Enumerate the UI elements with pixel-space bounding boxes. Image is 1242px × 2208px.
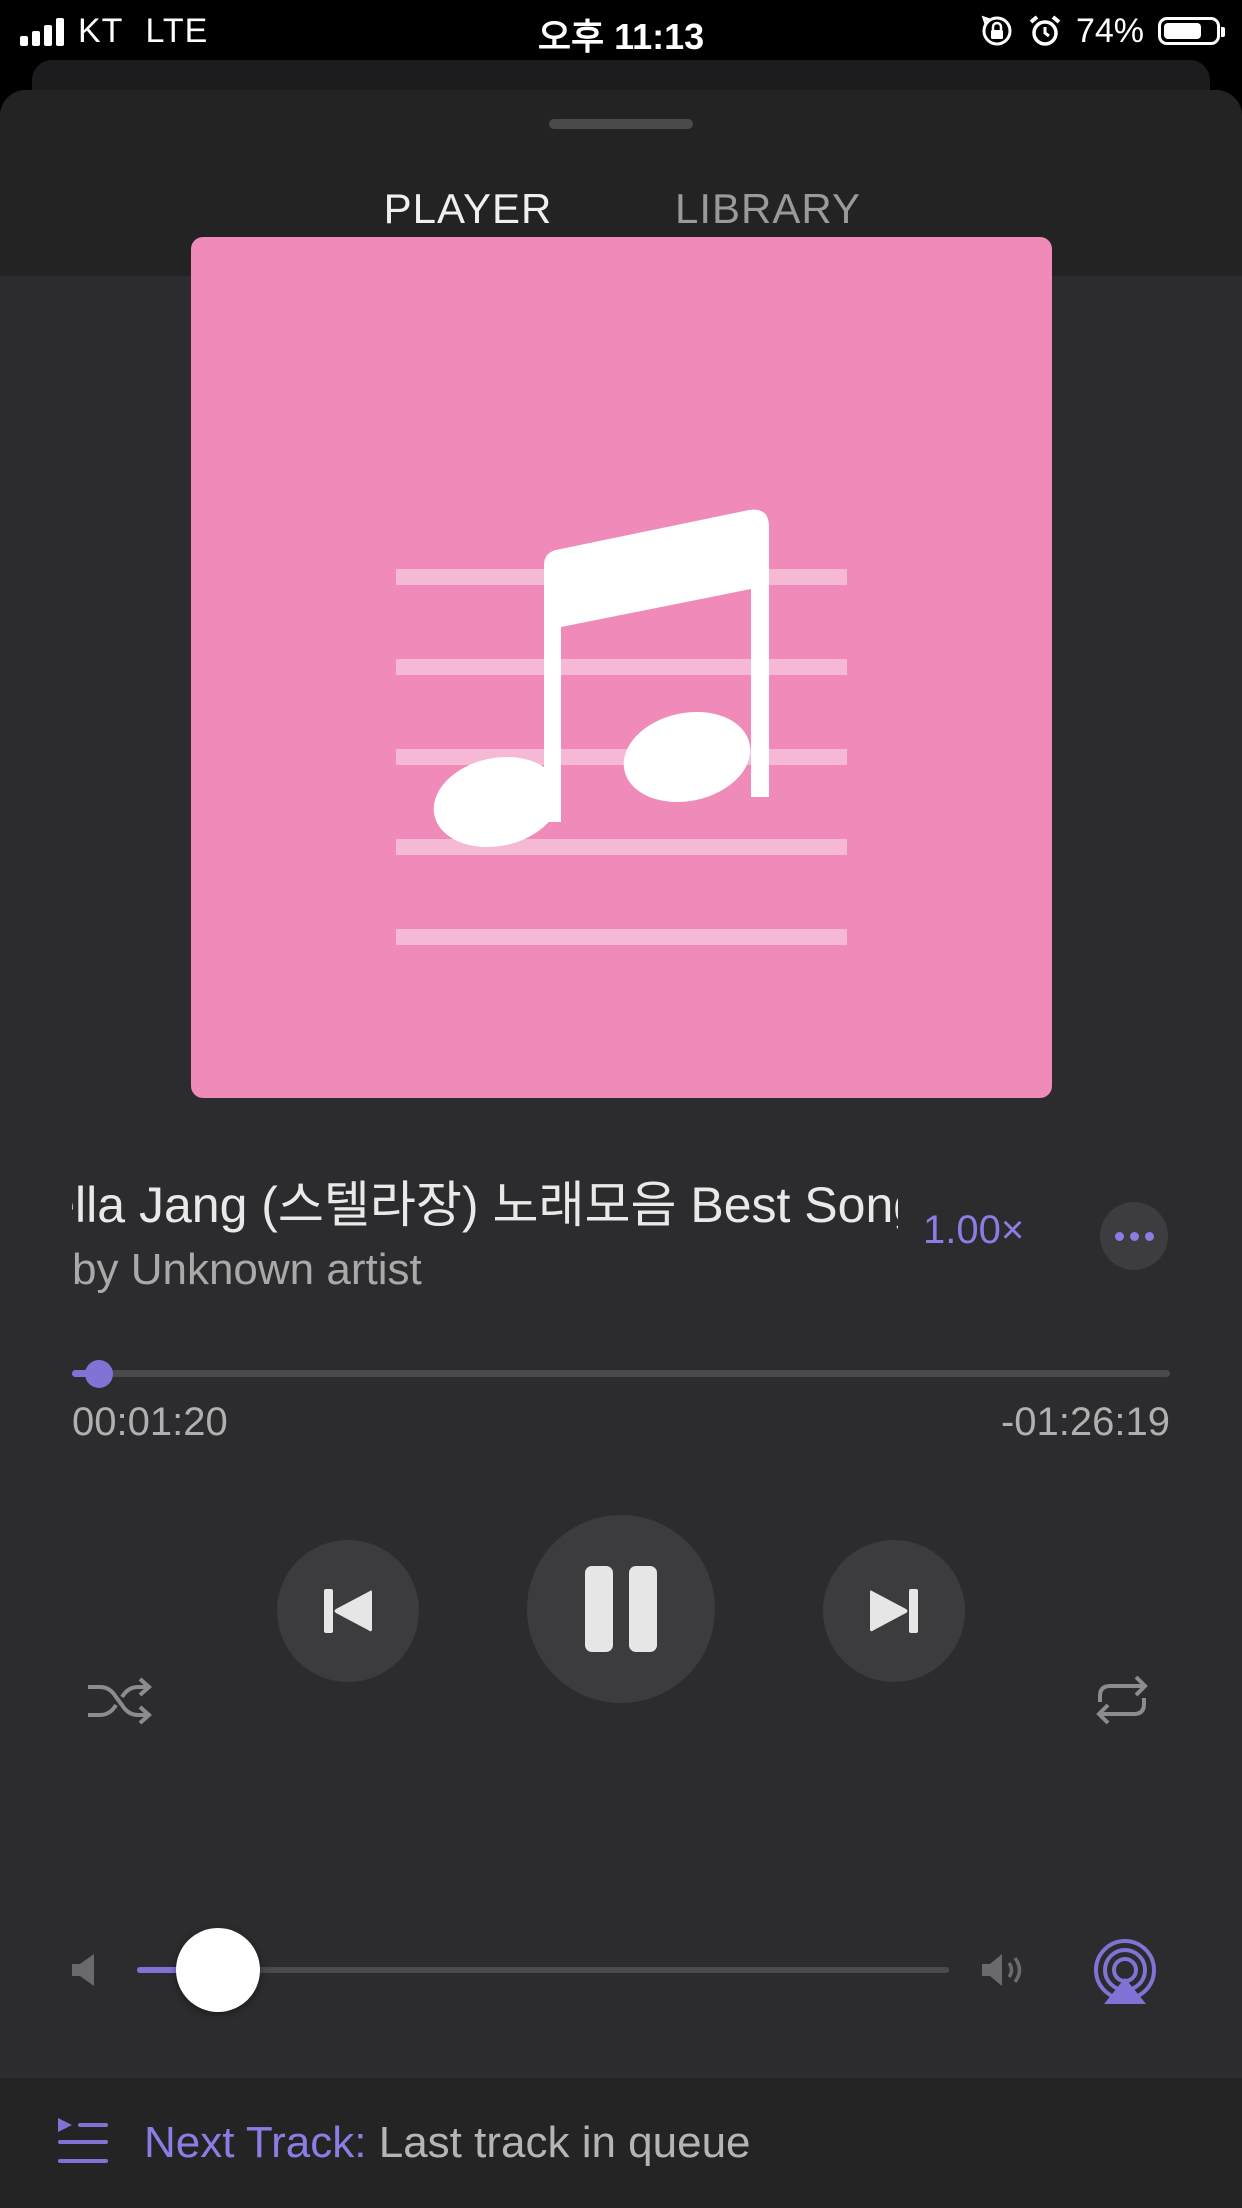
more-options-button[interactable] <box>1100 1202 1168 1270</box>
album-artwork <box>191 237 1052 1098</box>
sheet-grabber[interactable] <box>549 119 693 129</box>
orientation-lock-icon <box>981 15 1012 46</box>
airplay-icon[interactable] <box>1090 1938 1160 2008</box>
status-bar: KT LTE 오후 11:13 74% <box>0 0 1242 62</box>
skip-next-icon <box>870 1589 918 1633</box>
battery-percent: 74% <box>1075 11 1144 50</box>
next-track-value: Last track in queue <box>378 2118 751 2167</box>
pause-button[interactable] <box>527 1515 715 1703</box>
tab-player[interactable]: PLAYER <box>318 185 618 233</box>
skip-previous-icon <box>324 1589 372 1633</box>
alarm-icon <box>1029 15 1061 46</box>
volume-slider-thumb[interactable] <box>176 1928 261 2012</box>
track-title: Stella Jang (스텔라장) 노래모음 Best Songs <box>72 1177 898 1233</box>
next-track-label: Next Track: <box>144 2118 367 2167</box>
more-icon <box>1114 1231 1124 1241</box>
track-artist: by Unknown artist <box>72 1245 422 1294</box>
repeat-button[interactable] <box>1082 1670 1162 1730</box>
volume-low-icon <box>72 1954 94 1986</box>
music-note-icon <box>396 509 847 945</box>
tab-library[interactable]: LIBRARY <box>618 185 918 233</box>
battery-icon <box>1158 17 1225 45</box>
next-button[interactable] <box>823 1540 965 1682</box>
repeat-icon <box>1096 1675 1148 1725</box>
volume-high-icon <box>982 1954 1022 1986</box>
next-track-text: Next Track: Last track in queue <box>144 2118 751 2168</box>
pause-icon <box>585 1566 657 1652</box>
remaining-time: -01:26:19 <box>1000 1400 1170 1444</box>
queue-list-icon[interactable] <box>56 2116 110 2168</box>
elapsed-time: 00:01:20 <box>72 1400 228 1444</box>
shuffle-icon <box>88 1677 153 1725</box>
previous-button[interactable] <box>277 1540 419 1682</box>
progress-track[interactable] <box>72 1370 1170 1377</box>
shuffle-button[interactable] <box>82 1670 156 1730</box>
playback-speed-button[interactable]: 1.00× <box>923 1208 1024 1253</box>
